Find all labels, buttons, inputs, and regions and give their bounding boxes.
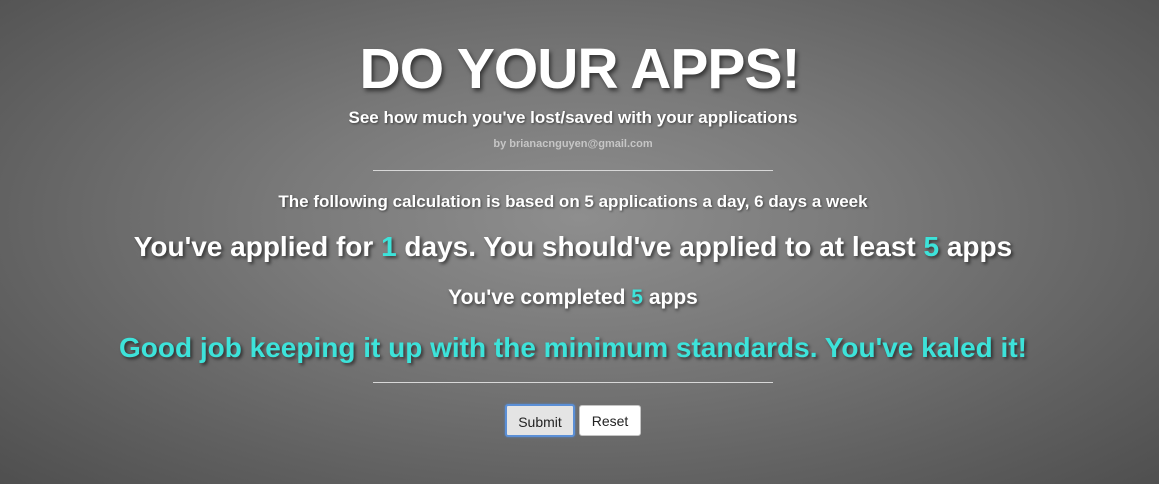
- apps-completed-count: 5: [631, 286, 643, 309]
- applied-suffix: apps: [939, 231, 1013, 262]
- submit-button[interactable]: Submit: [505, 404, 575, 437]
- page-container: DO YOUR APPS! See how much you've lost/s…: [0, 0, 1159, 484]
- top-divider: [373, 170, 773, 171]
- completed-prefix: You've completed: [448, 286, 632, 309]
- reset-button[interactable]: Reset: [579, 405, 641, 436]
- author-byline: by brianacnguyen@gmail.com: [493, 138, 653, 150]
- bottom-divider: [373, 382, 773, 383]
- page-subtitle: See how much you've lost/saved with your…: [348, 108, 798, 127]
- completed-suffix: apps: [642, 286, 698, 309]
- applied-middle: days. You should've applied to at least: [396, 231, 924, 262]
- applied-summary: You've applied for 1 days. You should've…: [0, 229, 1146, 265]
- page-title: DO YOUR APPS!: [359, 37, 801, 101]
- apps-expected-count: 5: [923, 231, 940, 262]
- status-message: Good job keeping it up with the minimum …: [119, 332, 1027, 363]
- calculation-basis-text: The following calculation is based on 5 …: [278, 192, 868, 211]
- applied-prefix: You've applied for: [133, 231, 382, 262]
- completed-summary: You've completed 5 apps: [0, 285, 1146, 311]
- days-applied-count: 1: [381, 231, 397, 262]
